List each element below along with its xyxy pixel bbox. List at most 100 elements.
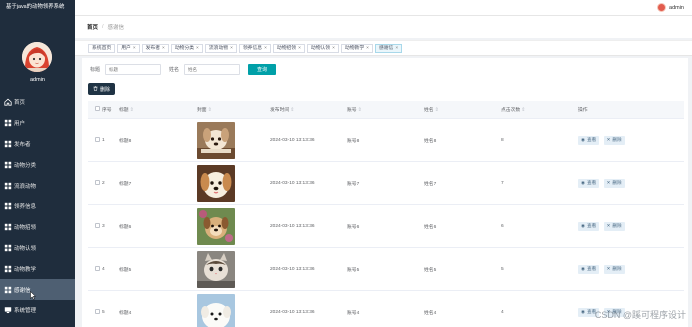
tab-thank-you-letter[interactable]: 感谢信 × xyxy=(374,43,403,53)
close-icon[interactable]: × xyxy=(395,45,398,52)
row-checkbox[interactable] xyxy=(95,136,100,142)
view-label: 查看 xyxy=(587,180,597,185)
cell-index: 3 xyxy=(102,223,105,229)
sidebar-item-animal-category[interactable]: 动物分类 xyxy=(0,154,75,175)
sidebar-item-thank-you-letter[interactable]: 感谢信 xyxy=(0,279,75,300)
sidebar-item-label: 首页 xyxy=(14,100,26,107)
close-icon[interactable]: × xyxy=(162,45,165,52)
pet-photo-puppy-peek[interactable] xyxy=(197,121,235,159)
close-icon: ✕ xyxy=(606,137,611,142)
tab-label: 动物认领 xyxy=(310,45,331,51)
close-icon: ✕ xyxy=(606,266,611,271)
grid-icon xyxy=(4,244,12,252)
tab-stray-animals[interactable]: 流浪动物 × xyxy=(204,43,237,53)
close-icon[interactable]: × xyxy=(264,45,267,52)
cell-name: 姓名8 xyxy=(424,138,437,144)
header-label: 标题 xyxy=(119,108,129,113)
header-clicks[interactable]: 点击次数⇕ xyxy=(501,106,578,113)
sidebar-menu: 首页 用户 发布者 动物分类 流浪动物 领养信息 动物招领 动物认领 动物教学 … xyxy=(0,92,75,321)
view-button[interactable]: ◉ 查看 xyxy=(578,135,600,145)
cell-title: 标题6 xyxy=(119,224,132,230)
name-search-input[interactable] xyxy=(184,63,241,75)
row-checkbox[interactable] xyxy=(95,308,100,314)
tab-home[interactable]: 系统首页 xyxy=(88,43,116,53)
sidebar-item-label: 用户 xyxy=(14,121,26,128)
batch-delete-label: 删除 xyxy=(100,86,111,93)
close-icon[interactable]: × xyxy=(298,45,301,52)
header-title[interactable]: 标题⇕ xyxy=(119,106,197,113)
view-button[interactable]: ◉ 查看 xyxy=(578,264,600,274)
view-label: 查看 xyxy=(587,137,597,142)
mouse-cursor-icon xyxy=(30,291,36,300)
sidebar-item-animal-found[interactable]: 动物招领 xyxy=(0,217,75,238)
sidebar-item-publisher[interactable]: 发布者 xyxy=(0,134,75,155)
tab-users[interactable]: 用户 × xyxy=(117,43,140,53)
grid-icon xyxy=(4,286,12,294)
breadcrumb-home[interactable]: 首页 xyxy=(87,23,98,31)
header-time[interactable]: 发布时间⇕ xyxy=(270,106,347,113)
breadcrumb-separator: / xyxy=(102,24,104,30)
close-icon: ✕ xyxy=(606,180,611,185)
user-menu[interactable]: admin xyxy=(657,3,684,12)
close-icon[interactable]: × xyxy=(366,45,369,52)
row-checkbox[interactable] xyxy=(95,222,100,228)
cell-account: 账号7 xyxy=(347,181,360,187)
tab-label: 领养信息 xyxy=(242,45,263,51)
search-button[interactable]: 查询 xyxy=(248,63,277,75)
delete-button[interactable]: ✕ 删除 xyxy=(603,178,625,188)
sidebar-item-animal-teaching[interactable]: 动物教学 xyxy=(0,258,75,279)
pet-photo-cat[interactable] xyxy=(197,250,235,288)
header-account[interactable]: 账号⇕ xyxy=(347,106,424,113)
view-button[interactable]: ◉ 查看 xyxy=(578,221,600,231)
delete-button[interactable]: ✕ 删除 xyxy=(603,221,625,231)
tab-publisher[interactable]: 发布者 × xyxy=(141,43,169,53)
sidebar-item-label: 动物分类 xyxy=(14,162,37,169)
row-checkbox[interactable] xyxy=(95,265,100,271)
sidebar-item-stray-animals[interactable]: 流浪动物 xyxy=(0,175,75,196)
tab-label: 动物分类 xyxy=(174,45,195,51)
cell-title: 标题7 xyxy=(119,181,132,187)
close-icon[interactable]: × xyxy=(332,45,335,52)
close-icon[interactable]: × xyxy=(133,45,136,52)
sort-icon: ⇕ xyxy=(129,108,134,113)
eye-icon: ◉ xyxy=(581,223,586,228)
eye-icon: ◉ xyxy=(581,309,586,314)
delete-button[interactable]: ✕ 删除 xyxy=(603,264,625,274)
sidebar-username: admin xyxy=(30,77,45,83)
grid-icon xyxy=(4,161,12,169)
header-image[interactable]: 封面⇕ xyxy=(197,106,270,113)
tab-label: 流浪动物 xyxy=(208,45,229,51)
main-content: 标题 姓名 查询 删除 序号 标题⇕ 封面⇕ 发布时间⇕ 账号⇕ 姓名⇕ 点击次… xyxy=(82,58,688,327)
sidebar-item-label: 发布者 xyxy=(14,141,31,148)
pet-photo-golden-puppy[interactable] xyxy=(197,164,235,202)
tab-animal-category[interactable]: 动物分类 × xyxy=(170,43,203,53)
tab-animal-claim[interactable]: 动物认领 × xyxy=(306,43,339,53)
tab-label: 发布者 xyxy=(145,45,161,51)
tab-animal-found[interactable]: 动物招领 × xyxy=(272,43,305,53)
cell-name: 姓名7 xyxy=(424,181,437,187)
sidebar-item-system-management[interactable]: 系统管理 xyxy=(0,300,75,321)
close-icon[interactable]: × xyxy=(230,45,233,52)
pet-photo-white-dog[interactable] xyxy=(197,293,235,327)
select-all-checkbox[interactable] xyxy=(95,106,100,111)
batch-delete-button[interactable]: 删除 xyxy=(88,83,116,95)
avatar[interactable] xyxy=(22,42,52,72)
header-name[interactable]: 姓名⇕ xyxy=(424,106,501,113)
view-button[interactable]: ◉ 查看 xyxy=(578,178,600,188)
sidebar-item-adoption-info[interactable]: 领养信息 xyxy=(0,196,75,217)
sidebar-item-users[interactable]: 用户 xyxy=(0,113,75,134)
title-search-input[interactable] xyxy=(105,63,162,75)
cell-name: 姓名6 xyxy=(424,224,437,230)
sidebar-item-home[interactable]: 首页 xyxy=(0,92,75,113)
tab-adoption-info[interactable]: 领养信息 × xyxy=(238,43,271,53)
close-icon[interactable]: × xyxy=(196,45,199,52)
row-checkbox[interactable] xyxy=(95,179,100,185)
sidebar-item-animal-claim[interactable]: 动物认领 xyxy=(0,238,75,259)
cell-time: 2024-03-10 13:13:36 xyxy=(270,266,315,272)
pet-photo-puppy-garden[interactable] xyxy=(197,207,235,245)
delete-button[interactable]: ✕ 删除 xyxy=(603,135,625,145)
tab-label: 动物教学 xyxy=(344,45,365,51)
delete-label: 删除 xyxy=(612,137,622,142)
table-header: 序号 标题⇕ 封面⇕ 发布时间⇕ 账号⇕ 姓名⇕ 点击次数⇕ 操作 xyxy=(88,101,684,119)
tab-animal-teaching[interactable]: 动物教学 × xyxy=(340,43,373,53)
